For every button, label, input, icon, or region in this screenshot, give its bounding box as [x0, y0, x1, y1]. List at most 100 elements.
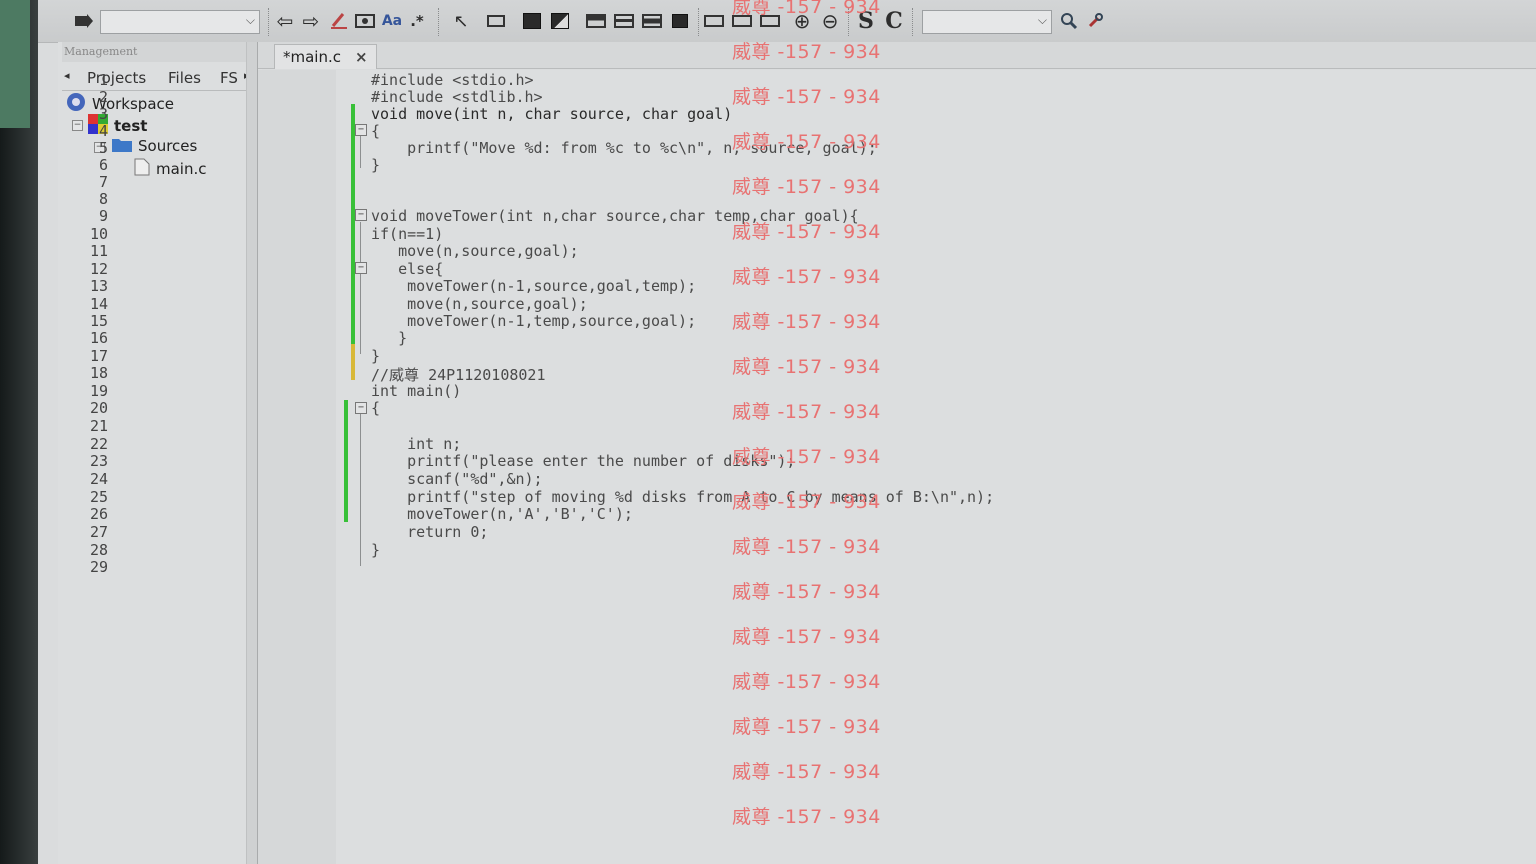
return-icon[interactable] [668, 10, 692, 32]
tree-item-sources[interactable]: Sources [112, 136, 197, 156]
folder-icon [112, 136, 132, 156]
code-line[interactable]: void move(int n, char source, char goal) [371, 105, 732, 123]
fold-toggle-icon[interactable]: − [355, 402, 367, 414]
fold-line [360, 222, 361, 354]
search-icon[interactable] [1058, 10, 1080, 32]
code-line[interactable]: moveTower(n-1,source,goal,temp); [371, 277, 696, 295]
find-icon[interactable] [354, 10, 376, 32]
line-number: 22 [89, 435, 108, 453]
close-tab-icon[interactable]: × [355, 48, 368, 66]
fold-line [360, 134, 361, 168]
toolbar-separator [438, 8, 441, 36]
line-number: 24 [89, 470, 108, 488]
watermark: 威尊 -157 - 934 [732, 0, 881, 18]
tree-item-main-c[interactable]: main.c [134, 158, 207, 180]
replace-icon[interactable]: Aa [380, 10, 404, 32]
toolbar-separator [268, 8, 271, 36]
fold-toggle-icon[interactable]: − [355, 124, 367, 136]
code-line[interactable]: { [371, 122, 380, 140]
change-bar [351, 344, 355, 380]
loop-icon[interactable] [584, 10, 608, 32]
desktop-edge [0, 0, 30, 128]
line-number: 17 [89, 347, 108, 365]
split-icon[interactable] [702, 10, 726, 32]
toolbar-separator [698, 8, 701, 36]
code-line[interactable]: int n; [371, 435, 461, 453]
code-line[interactable]: #include <stdio.h> [371, 71, 534, 89]
file-icon [134, 158, 150, 180]
highlight-pen-icon[interactable] [328, 10, 350, 32]
line-number: 8 [98, 190, 108, 208]
code-line[interactable]: if(n==1) [371, 225, 443, 243]
loop-end-icon[interactable] [612, 10, 636, 32]
fold-line [360, 412, 361, 566]
chevron-down-icon: ⌵ [1037, 13, 1047, 27]
code-line[interactable]: } [371, 329, 407, 347]
code-line[interactable]: move(n,source,goal); [371, 295, 588, 313]
watermark: 威尊 -157 - 934 [732, 356, 881, 378]
code-line[interactable]: moveTower(n,'A','B','C'); [371, 505, 633, 523]
line-number: 2 [98, 88, 108, 106]
watermark: 威尊 -157 - 934 [732, 581, 881, 603]
editor-tab-bar: *main.c × [258, 42, 1536, 69]
code-line[interactable]: move(n,source,goal); [371, 242, 579, 260]
line-number: 19 [89, 382, 108, 400]
watermark: 威尊 -157 - 934 [732, 86, 881, 108]
sources-label: Sources [138, 137, 198, 155]
build-target-select[interactable]: ⌵ [100, 10, 260, 34]
code-line[interactable]: printf("step of moving %d disks from A t… [371, 488, 994, 506]
panel-splitter[interactable] [246, 42, 258, 864]
code-line[interactable]: } [371, 541, 380, 559]
tab-files[interactable]: Files [168, 69, 201, 87]
watermark: 威尊 -157 - 934 [732, 491, 881, 513]
watermark: 威尊 -157 - 934 [732, 176, 881, 198]
line-number: 23 [89, 452, 108, 470]
regex-icon[interactable]: .* [406, 10, 428, 32]
watermark: 威尊 -157 - 934 [732, 536, 881, 558]
forward-icon[interactable]: ⇨ [300, 9, 322, 33]
line-number: 9 [98, 207, 108, 225]
watermark: 威尊 -157 - 934 [732, 626, 881, 648]
tab-main-c[interactable]: *main.c × [274, 44, 377, 69]
code-line[interactable]: return 0; [371, 523, 488, 541]
code-line[interactable]: } [371, 347, 380, 365]
line-number: 29 [89, 558, 108, 576]
line-number: 12 [89, 260, 108, 278]
line-number: 11 [89, 242, 108, 260]
line-number: 6 [98, 156, 108, 174]
code-line[interactable]: else{ [371, 260, 443, 278]
block-icon[interactable] [484, 10, 508, 32]
line-number: 14 [89, 295, 108, 313]
tab-label: *main.c [283, 48, 341, 66]
code-line[interactable]: { [371, 399, 380, 417]
run-to-cursor-icon[interactable] [72, 10, 96, 32]
settings-wrench-icon[interactable] [1084, 10, 1106, 32]
line-number: 26 [89, 505, 108, 523]
code-line[interactable]: moveTower(n-1,temp,source,goal); [371, 312, 696, 330]
fold-toggle-icon[interactable]: − [355, 262, 367, 274]
search-combo[interactable]: ⌵ [922, 10, 1052, 34]
cursor-icon[interactable]: ↖ [450, 10, 472, 32]
line-number: 18 [89, 364, 108, 382]
back-icon[interactable]: ⇦ [274, 9, 296, 33]
code-line[interactable]: scanf("%d",&n); [371, 470, 542, 488]
decision-icon[interactable] [520, 10, 544, 32]
line-number: 25 [89, 488, 108, 506]
tab-fs[interactable]: FS [220, 69, 238, 87]
file-label: main.c [156, 160, 207, 178]
monitor-bezel [0, 0, 38, 864]
tabs-scroll-left-icon[interactable]: ◂ [64, 69, 70, 82]
code-line[interactable]: #include <stdlib.h> [371, 88, 543, 106]
fold-toggle-icon[interactable]: − [355, 209, 367, 221]
io-icon[interactable] [548, 10, 572, 32]
code-line[interactable]: } [371, 156, 380, 174]
code-line[interactable]: int main() [371, 382, 461, 400]
case-icon[interactable] [640, 10, 664, 32]
c-icon[interactable]: C [882, 8, 906, 34]
line-number: 15 [89, 312, 108, 330]
management-title: Management [64, 45, 138, 58]
watermark: 威尊 -157 - 934 [732, 131, 881, 153]
change-bar [351, 104, 355, 346]
watermark: 威尊 -157 - 934 [732, 266, 881, 288]
watermark: 威尊 -157 - 934 [732, 41, 881, 63]
